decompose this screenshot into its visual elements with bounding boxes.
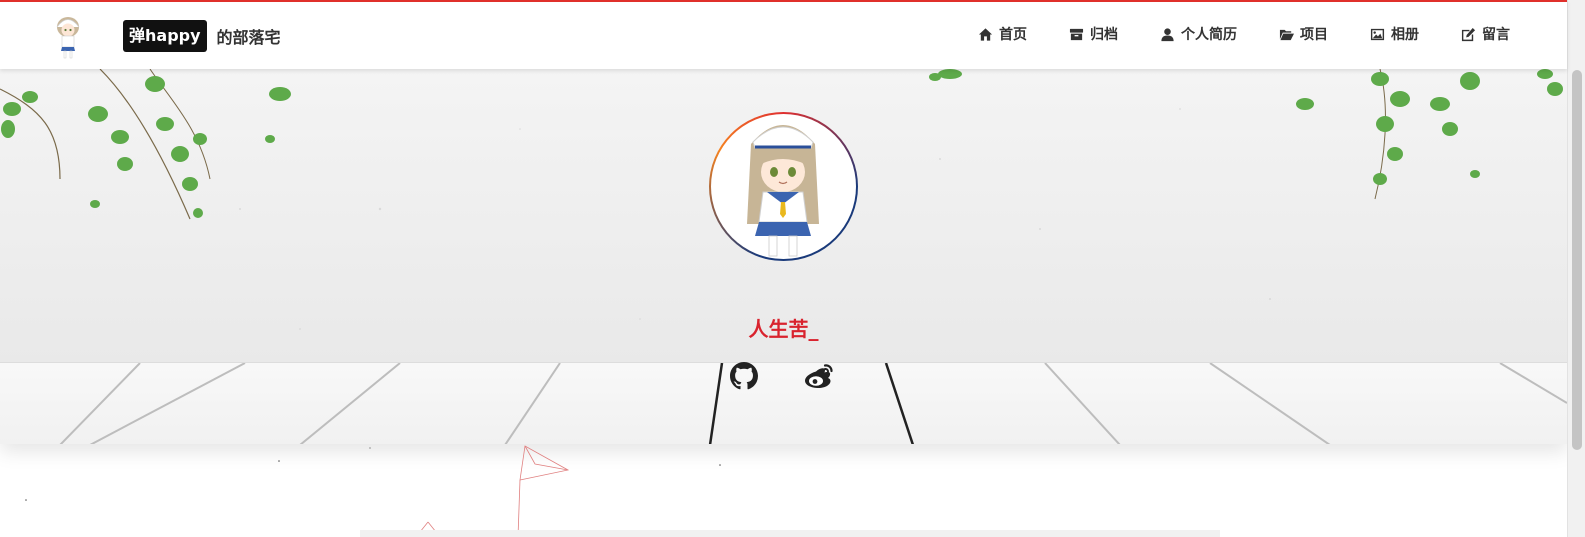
nav-item-label: 留言: [1482, 27, 1510, 43]
page-scrollbar[interactable]: [1567, 0, 1585, 537]
nav-item-label: 归档: [1090, 27, 1118, 43]
nav-item-label: 个人简历: [1181, 27, 1237, 43]
image-icon: [1370, 28, 1385, 40]
wooden-floor: [0, 362, 1567, 444]
main-nav: 首页 归档 个人简历 项目 相册 留言: [936, 24, 1510, 44]
home-icon: [978, 27, 993, 41]
nav-item-album[interactable]: 相册: [1370, 24, 1419, 44]
folder-open-icon: [1279, 29, 1294, 40]
nav-item-archive[interactable]: 归档: [1069, 24, 1118, 44]
github-icon: [730, 362, 758, 390]
site-logo[interactable]: [50, 14, 86, 60]
nav-item-home[interactable]: 首页: [978, 24, 1027, 44]
brand-suffix: 的部落宅: [216, 28, 281, 47]
nav-item-resume[interactable]: 个人简历: [1160, 24, 1237, 44]
particle-background: [25, 445, 1220, 537]
github-link[interactable]: [730, 362, 758, 390]
brand-title[interactable]: 弹happy 的部落宅: [123, 20, 281, 52]
nav-item-projects[interactable]: 项目: [1279, 24, 1328, 44]
nav-item-label: 首页: [999, 27, 1027, 43]
user-icon: [1161, 27, 1174, 41]
profile-avatar[interactable]: [709, 112, 858, 261]
archive-icon: [1069, 28, 1084, 40]
nav-item-guestbook[interactable]: 留言: [1461, 24, 1510, 44]
scrollbar-thumb[interactable]: [1572, 70, 1582, 450]
profile-username: 人生苦_: [748, 317, 819, 341]
nav-item-label: 项目: [1300, 27, 1328, 43]
brand-highlight: 弹happy: [123, 20, 207, 52]
edit-icon: [1461, 27, 1476, 41]
weibo-icon: [805, 364, 833, 388]
top-navbar: 弹happy 的部落宅 首页 归档 个人简历 项目 相册 留言: [0, 0, 1567, 69]
nav-item-label: 相册: [1391, 27, 1419, 43]
hero-banner: 人生苦_: [0, 69, 1567, 444]
weibo-link[interactable]: [803, 362, 835, 390]
